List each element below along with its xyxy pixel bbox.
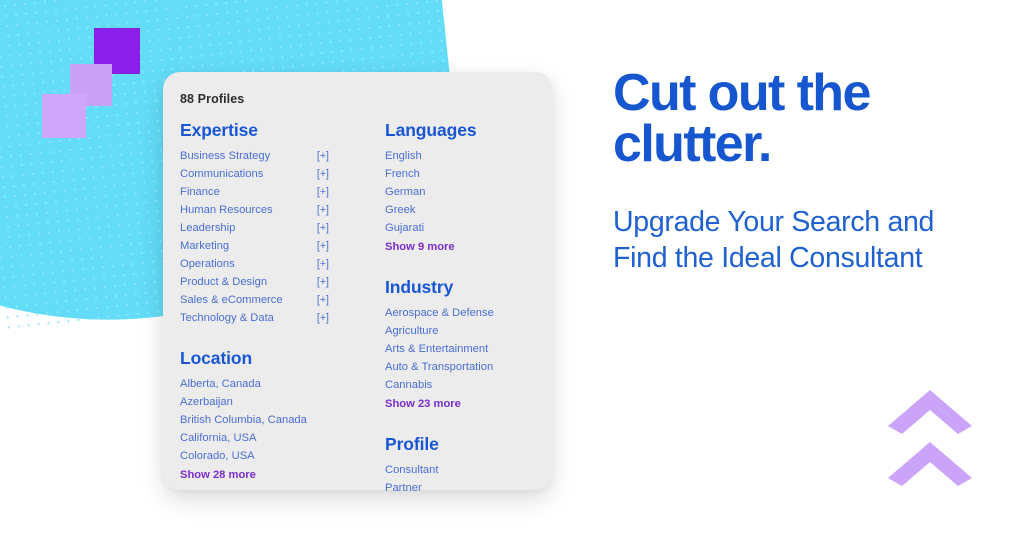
filter-item-label: Operations	[180, 258, 235, 270]
filter-item-operations[interactable]: Operations [+]	[180, 255, 373, 273]
filter-item-label: Communications	[180, 168, 264, 180]
filter-item-british-columbia-canada[interactable]: British Columbia, Canada	[180, 411, 373, 429]
section-heading-expertise: Expertise	[180, 120, 258, 140]
filter-item-marketing[interactable]: Marketing [+]	[180, 237, 373, 255]
filter-item-label: British Columbia, Canada	[180, 414, 307, 426]
filter-item-label: Alberta, Canada	[180, 378, 261, 390]
expand-plus-icon[interactable]: [+]	[317, 165, 329, 183]
filter-columns: Expertise Business Strategy [+] Communic…	[163, 120, 552, 497]
filter-item-agriculture[interactable]: Agriculture	[385, 322, 552, 340]
marketing-copy: Cut out the clutter. Upgrade Your Search…	[613, 64, 983, 277]
filter-item-label: Technology & Data	[180, 312, 274, 324]
filter-item-label: Gujarati	[385, 222, 425, 234]
filter-section-profile: Profile Consultant Partner	[385, 434, 552, 497]
profile-count-label: 88 Profiles	[180, 92, 245, 106]
filter-item-label: Business Strategy	[180, 150, 271, 162]
filter-item-aerospace-defense[interactable]: Aerospace & Defense	[385, 304, 552, 322]
filter-item-alberta-canada[interactable]: Alberta, Canada	[180, 375, 373, 393]
filter-item-label: Sales & eCommerce	[180, 294, 283, 306]
show-more-industry-link[interactable]: Show 23 more	[385, 395, 552, 413]
filter-item-label: Azerbaijan	[180, 396, 233, 408]
filter-column-right: Languages English French German Greek Gu…	[373, 120, 552, 497]
filter-item-label: Product & Design	[180, 276, 268, 288]
filter-item-gujarati[interactable]: Gujarati	[385, 219, 552, 237]
expand-plus-icon[interactable]: [+]	[317, 309, 329, 327]
filter-item-technology-data[interactable]: Technology & Data [+]	[180, 309, 373, 327]
expand-plus-icon[interactable]: [+]	[317, 237, 329, 255]
show-more-location-link[interactable]: Show 28 more	[180, 466, 373, 484]
chevron-up-icon	[886, 388, 974, 434]
expand-plus-icon[interactable]: [+]	[317, 219, 329, 237]
expand-plus-icon[interactable]: [+]	[317, 255, 329, 273]
section-heading-location: Location	[180, 348, 253, 368]
filter-item-label: Aerospace & Defense	[385, 307, 494, 319]
expand-plus-icon[interactable]: [+]	[317, 291, 329, 309]
filter-section-expertise: Expertise Business Strategy [+] Communic…	[180, 120, 373, 327]
filter-item-label: Partner	[385, 482, 422, 494]
filter-item-azerbaijan[interactable]: Azerbaijan	[180, 393, 373, 411]
filter-item-label: Leadership	[180, 222, 236, 234]
filter-column-left: Expertise Business Strategy [+] Communic…	[163, 120, 373, 497]
section-heading-profile: Profile	[385, 434, 439, 454]
filter-item-finance[interactable]: Finance [+]	[180, 183, 373, 201]
headline-line-2: clutter.	[613, 114, 772, 173]
show-more-languages-link[interactable]: Show 9 more	[385, 238, 552, 256]
filter-section-languages: Languages English French German Greek Gu…	[385, 120, 552, 256]
filter-item-label: Human Resources	[180, 204, 273, 216]
headline: Cut out the clutter.	[613, 64, 983, 173]
filter-item-french[interactable]: French	[385, 165, 552, 183]
chevron-decoration-group	[886, 388, 974, 498]
filter-item-cannabis[interactable]: Cannabis	[385, 376, 552, 394]
filter-item-german[interactable]: German	[385, 183, 552, 201]
filter-item-label: California, USA	[180, 432, 257, 444]
filter-section-location: Location Alberta, Canada Azerbaijan Brit…	[180, 348, 373, 484]
filter-item-label: Consultant	[385, 464, 439, 476]
filter-item-label: Finance	[180, 186, 220, 198]
subheadline: Upgrade Your Search and Find the Ideal C…	[613, 205, 935, 275]
filter-item-label: Cannabis	[385, 379, 433, 391]
section-heading-industry: Industry	[385, 277, 454, 297]
section-heading-languages: Languages	[385, 120, 477, 140]
filter-item-california-usa[interactable]: California, USA	[180, 429, 373, 447]
filter-item-label: English	[385, 150, 422, 162]
filter-item-greek[interactable]: Greek	[385, 201, 552, 219]
filter-item-label: Greek	[385, 204, 416, 216]
filter-item-label: Colorado, USA	[180, 450, 255, 462]
filter-section-industry: Industry Aerospace & Defense Agriculture…	[385, 277, 552, 413]
filter-item-sales-ecommerce[interactable]: Sales & eCommerce [+]	[180, 291, 373, 309]
filter-item-arts-entertainment[interactable]: Arts & Entertainment	[385, 340, 552, 358]
filter-item-label: French	[385, 168, 420, 180]
expand-plus-icon[interactable]: [+]	[317, 183, 329, 201]
filter-item-partner[interactable]: Partner	[385, 479, 552, 497]
filter-item-label: Agriculture	[385, 325, 439, 337]
filter-item-label: Arts & Entertainment	[385, 343, 489, 355]
chevron-up-icon	[886, 440, 974, 486]
filter-item-label: Auto & Transportation	[385, 361, 494, 373]
promo-banner: 88 Profiles Expertise Business Strategy …	[0, 0, 1024, 538]
filter-item-business-strategy[interactable]: Business Strategy [+]	[180, 147, 373, 165]
filter-item-human-resources[interactable]: Human Resources [+]	[180, 201, 373, 219]
filter-item-label: German	[385, 186, 426, 198]
filter-item-communications[interactable]: Communications [+]	[180, 165, 373, 183]
filter-item-consultant[interactable]: Consultant	[385, 461, 552, 479]
filter-item-auto-transportation[interactable]: Auto & Transportation	[385, 358, 552, 376]
square-light-purple-decoration	[42, 94, 86, 138]
expand-plus-icon[interactable]: [+]	[317, 201, 329, 219]
expand-plus-icon[interactable]: [+]	[317, 273, 329, 291]
expand-plus-icon[interactable]: [+]	[317, 147, 329, 165]
filter-item-leadership[interactable]: Leadership [+]	[180, 219, 373, 237]
filter-item-english[interactable]: English	[385, 147, 552, 165]
filter-panel-card: 88 Profiles Expertise Business Strategy …	[163, 72, 552, 494]
filter-item-colorado-usa[interactable]: Colorado, USA	[180, 447, 373, 465]
headline-line-1: Cut out the	[613, 64, 871, 122]
filter-item-product-design[interactable]: Product & Design [+]	[180, 273, 373, 291]
filter-item-label: Marketing	[180, 240, 230, 252]
